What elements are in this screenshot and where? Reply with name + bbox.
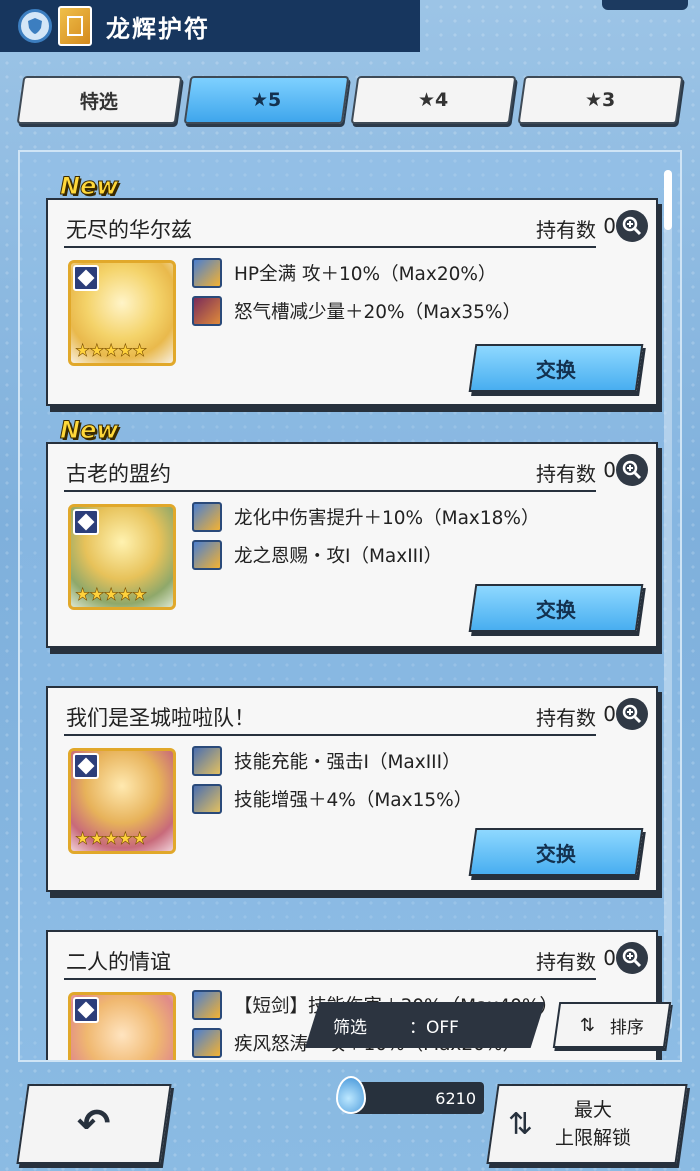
back-button[interactable]: ↶ xyxy=(16,1084,172,1164)
gauge-icon xyxy=(192,296,222,326)
element-gem-icon xyxy=(73,265,99,291)
list-item: New 无尽的华尔兹 持有数 0 ★★★★★ HP全满 攻＋10%（Max20%… xyxy=(46,172,658,406)
list-item: 我们是圣城啦啦队！ 持有数 0 ★★★★★ 技能充能・强击I（MaxIII） 技… xyxy=(46,686,658,892)
sword-icon xyxy=(192,258,222,288)
filter-label: 筛选 xyxy=(333,1017,367,1038)
tab-3-star[interactable]: ★3 xyxy=(517,76,684,124)
rarity-stars: ★★★★★ xyxy=(75,585,148,606)
effect-row: 技能充能・强击I（MaxIII） xyxy=(192,746,461,776)
zoom-icon[interactable] xyxy=(616,210,648,242)
element-gem-icon xyxy=(73,997,99,1023)
exchange-button[interactable]: 交换 xyxy=(468,344,644,392)
element-gem-icon xyxy=(73,509,99,535)
rarity-tabs: 特选 ★5 ★4 ★3 xyxy=(16,76,684,124)
top-right-button[interactable] xyxy=(602,0,688,10)
divider xyxy=(64,978,596,980)
sort-label: 排序 xyxy=(609,1017,644,1038)
character-portrait[interactable]: ★★★★★ xyxy=(68,748,176,854)
effect-row: 技能增强＋4%（Max15%） xyxy=(192,784,472,814)
tab-label: ★3 xyxy=(585,89,616,111)
tab-label: ★5 xyxy=(251,89,282,111)
divider xyxy=(64,734,596,736)
currency-display: 6210 xyxy=(350,1082,484,1114)
amulet-name: 我们是圣城啦啦队！ xyxy=(66,706,255,730)
hold-label: 持有数 xyxy=(536,950,596,974)
refresh-icon: ⇅ xyxy=(508,1106,534,1142)
water-drop-icon xyxy=(336,1076,366,1114)
sort-button[interactable]: ⇅ 排序 xyxy=(552,1002,672,1048)
exchange-button[interactable]: 交换 xyxy=(468,584,644,632)
amulet-name: 无尽的华尔兹 xyxy=(66,218,192,242)
filter-toggle[interactable]: 筛选 ：OFF xyxy=(305,1002,545,1048)
tab-4-star[interactable]: ★4 xyxy=(350,76,517,124)
hold-label: 持有数 xyxy=(536,218,596,242)
tab-label: 特选 xyxy=(80,90,119,113)
unlock-label: 最大 上限解锁 xyxy=(555,1096,631,1152)
exchange-label: 交换 xyxy=(536,357,576,382)
tab-label: ★4 xyxy=(418,89,449,111)
hold-count: 0 xyxy=(603,214,616,238)
zoom-icon[interactable] xyxy=(616,454,648,486)
character-portrait[interactable]: ★★★★★ xyxy=(68,260,176,366)
effect-text: 怒气槽减少量＋20%（Max35%） xyxy=(234,302,521,323)
unlock-line2: 上限解锁 xyxy=(555,1127,632,1149)
effect-row: 龙之恩赐・攻I（MaxIII） xyxy=(192,540,442,570)
zoom-icon[interactable] xyxy=(616,698,648,730)
scrollbar-thumb[interactable] xyxy=(664,170,672,230)
sort-icon: ⇅ xyxy=(580,1014,596,1036)
effect-row: 龙化中伤害提升＋10%（Max18%） xyxy=(192,502,540,532)
sword-icon xyxy=(192,540,222,570)
unlock-line1: 最大 xyxy=(574,1099,613,1121)
rarity-stars: ★★★★★ xyxy=(75,829,148,850)
sword-icon xyxy=(192,990,222,1020)
hold-count: 0 xyxy=(603,946,616,970)
exchange-label: 交换 xyxy=(536,841,576,866)
zoom-icon[interactable] xyxy=(616,942,648,974)
exchange-button[interactable]: 交换 xyxy=(468,828,644,876)
card-icon xyxy=(58,6,92,46)
rarity-stars: ★★★★★ xyxy=(75,341,148,362)
list-item: New 古老的盟约 持有数 0 ★★★★★ 龙化中伤害提升＋10%（Max18%… xyxy=(46,416,658,648)
character-portrait[interactable] xyxy=(68,992,176,1060)
tab-featured[interactable]: 特选 xyxy=(16,76,183,124)
divider xyxy=(64,246,596,248)
effect-text: 龙化中伤害提升＋10%（Max18%） xyxy=(234,508,540,529)
amulet-name: 古老的盟约 xyxy=(66,462,171,486)
divider xyxy=(64,490,596,492)
exchange-label: 交换 xyxy=(536,597,576,622)
effect-text: HP全满 攻＋10%（Max20%） xyxy=(234,264,497,285)
page-title: 龙辉护符 xyxy=(106,14,210,43)
currency-value: 6210 xyxy=(435,1088,476,1108)
max-limit-unlock-button[interactable]: ⇅ 最大 上限解锁 xyxy=(486,1084,688,1164)
new-badge: New xyxy=(60,172,120,201)
effect-text: 龙之恩赐・攻I（MaxIII） xyxy=(234,546,443,567)
fist-icon xyxy=(192,784,222,814)
amulet-name: 二人的情谊 xyxy=(66,950,171,974)
hold-count: 0 xyxy=(603,702,616,726)
effect-row: 怒气槽减少量＋20%（Max35%） xyxy=(192,296,521,326)
element-gem-icon xyxy=(73,753,99,779)
amulet-list[interactable]: New 无尽的华尔兹 持有数 0 ★★★★★ HP全满 攻＋10%（Max20%… xyxy=(18,150,682,1062)
effect-text: 技能增强＋4%（Max15%） xyxy=(234,790,473,811)
hold-count: 0 xyxy=(603,458,616,482)
hold-label: 持有数 xyxy=(536,462,596,486)
filter-value: ：OFF xyxy=(409,1017,459,1038)
character-portrait[interactable]: ★★★★★ xyxy=(68,504,176,610)
amulet-shield-icon xyxy=(18,9,52,43)
fist-icon xyxy=(192,746,222,776)
effect-row: HP全满 攻＋10%（Max20%） xyxy=(192,258,496,288)
new-badge: New xyxy=(60,416,120,445)
effect-text: 技能充能・强击I（MaxIII） xyxy=(234,752,461,773)
title-bar: 龙辉护符 xyxy=(0,0,420,52)
sword-icon xyxy=(192,502,222,532)
scrollbar-track[interactable] xyxy=(664,170,672,1030)
back-arrow-icon: ↶ xyxy=(77,1101,111,1147)
sword-icon xyxy=(192,1028,222,1058)
hold-label: 持有数 xyxy=(536,706,596,730)
tab-5-star[interactable]: ★5 xyxy=(183,76,350,124)
